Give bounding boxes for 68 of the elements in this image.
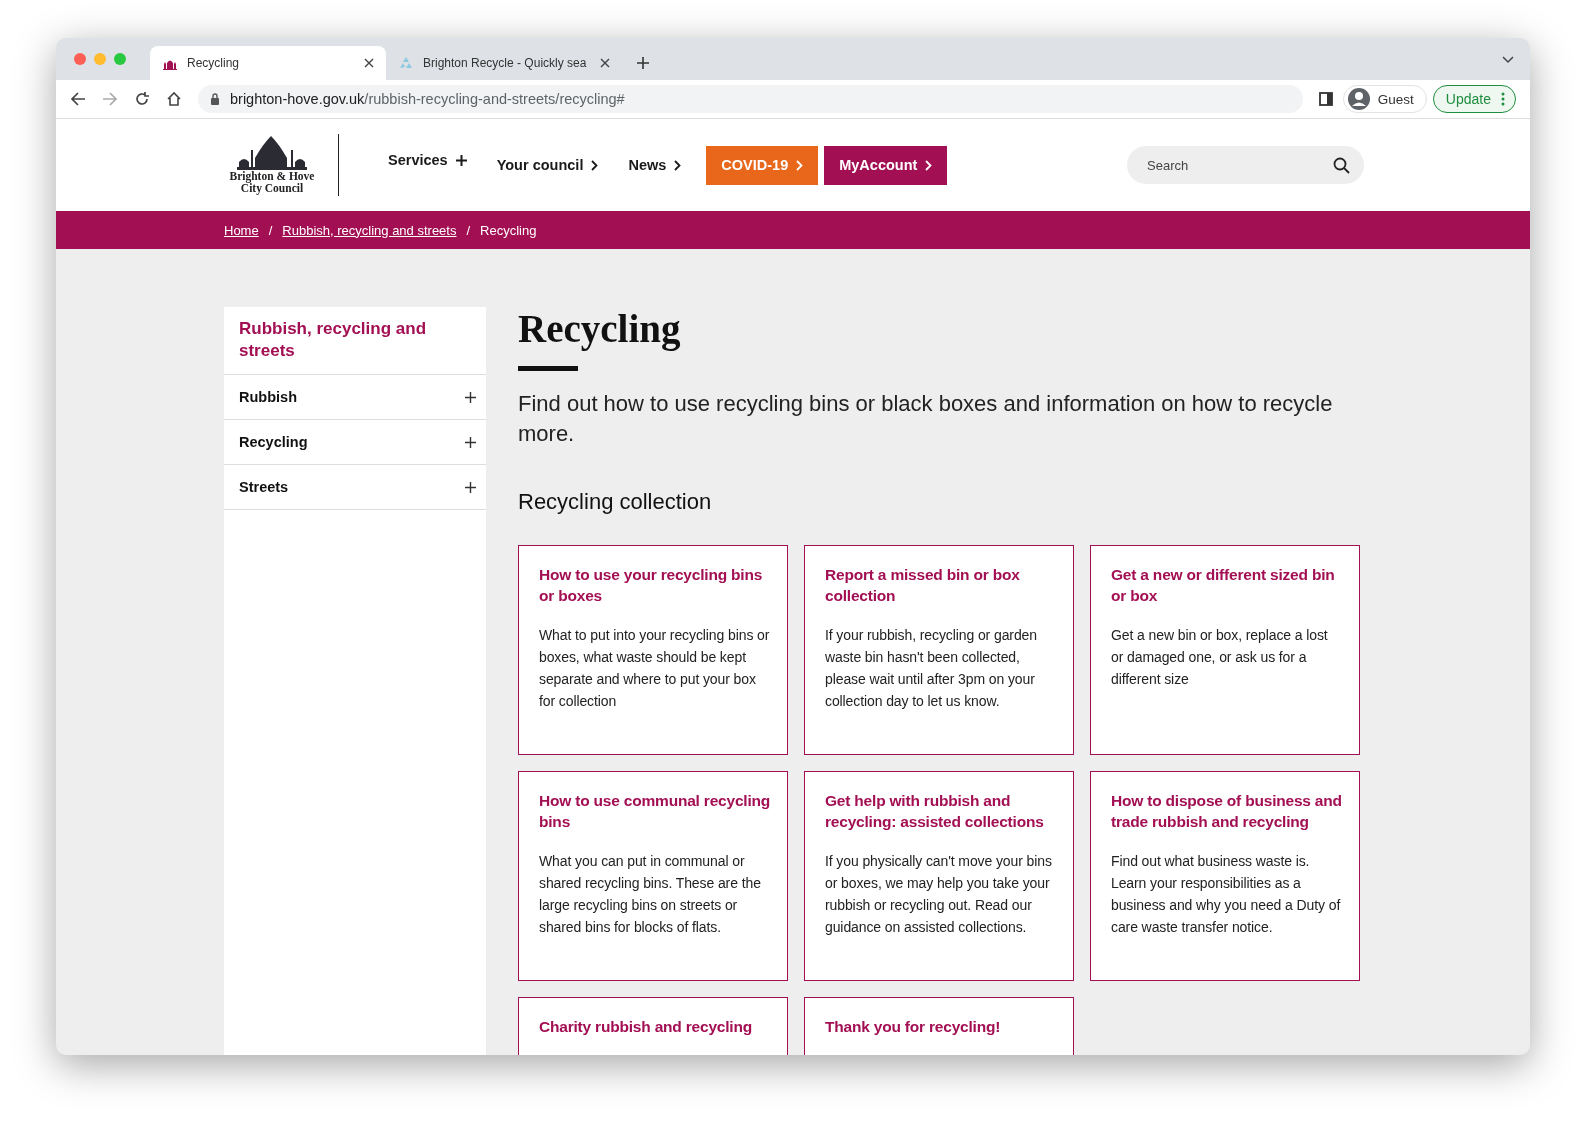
intro-text: Find out how to use recycling bins or black boxes and information on how to recycle more. <box>518 390 1334 448</box>
sidebar-item[interactable]: Rubbish <box>224 375 486 420</box>
card-title[interactable]: Thank you for recycling! <box>825 1016 1057 1037</box>
lock-icon <box>210 93 220 105</box>
expand-icon[interactable] <box>465 436 476 448</box>
card-title[interactable]: Report a missed bin or box collection <box>825 564 1057 606</box>
nav-link[interactable]: Services <box>373 140 482 180</box>
avatar-icon <box>1347 88 1370 110</box>
nav-link[interactable]: News <box>613 145 697 185</box>
expand-icon[interactable] <box>465 481 476 493</box>
search-field[interactable]: Search <box>1127 146 1364 184</box>
chevron-icon <box>591 159 599 171</box>
link-card[interactable]: How to dispose of business and trade rubbish and recycling Find out what business waste is. Learn your responsibilities as a business and why you need a Duty of care waste transfer notice. <box>1090 771 1360 981</box>
address-field[interactable]: brighton-hove.gov.uk/rubbish-recycling-and-streets/recycling# <box>198 85 1303 113</box>
page-title: Recycling <box>518 307 682 351</box>
card-title[interactable]: How to use communal recycling bins <box>539 790 771 832</box>
card-title[interactable]: Get a new or different sized bin or box <box>1111 564 1343 606</box>
link-card[interactable]: Get a new or different sized bin or box Get a new bin or box, replace a lost or damaged one, or ask us for a different size <box>1090 545 1360 755</box>
chevron-icon <box>796 159 804 171</box>
breadcrumb-link[interactable]: Rubbish, recycling and streets <box>282 222 457 238</box>
reload-icon[interactable] <box>134 91 150 107</box>
plus-icon <box>455 154 467 166</box>
card-text: What you can put in communal or shared recycling bins. These are the large recycling bins on streets or shared bins for blocks of flats. <box>539 852 762 937</box>
card-text: If your rubbish, recycling or garden waste bin hasn't been collected, please wait until after 3pm on your collection day to let us know. <box>825 626 1038 711</box>
card-text: Find out what business waste is. Learn your responsibilities as a business and why you need a Duty of care waste transfer notice. <box>1111 852 1342 937</box>
chevron-icon <box>925 159 933 171</box>
card-text: If you physically can't move your bins or boxes, we may help you take your rubbish or recycling out. Read our guidance on assisted collections. <box>825 852 1053 937</box>
link-card[interactable]: Charity rubbish and recycling <box>518 997 788 1055</box>
logo-text: City Council <box>240 182 304 194</box>
link-card[interactable] <box>804 771 1074 981</box>
expand-icon[interactable] <box>465 391 476 403</box>
browser-tab[interactable]: Recycling <box>150 46 386 80</box>
update-button[interactable]: Update <box>1432 85 1516 113</box>
close-tab-icon[interactable] <box>600 58 610 68</box>
sidebar-icon[interactable] <box>1318 92 1333 106</box>
palace-icon <box>237 136 307 170</box>
chevron-icon <box>674 159 682 171</box>
breadcrumb-separator: / <box>466 222 471 238</box>
breadcrumb-separator: / <box>268 222 273 238</box>
sidebar-item[interactable]: Streets <box>224 465 486 510</box>
close-tab-icon[interactable] <box>364 58 374 68</box>
card-text: Get a new bin or box, replace a lost or damaged one, or ask us for a different size <box>1111 626 1329 689</box>
back-icon[interactable] <box>70 91 86 107</box>
recycle-icon <box>398 55 414 71</box>
card-title[interactable]: Charity rubbish and recycling <box>539 1016 771 1037</box>
link-card[interactable]: Report a missed bin or box collection If your rubbish, recycling or garden waste bin hasn't been collected, please wait until after 3pm on your collection day to let us know. <box>804 545 1074 755</box>
link-card[interactable]: Thank you for recycling! <box>804 997 1074 1055</box>
browser-tab[interactable]: Brighton Recycle - Quickly sea <box>386 46 622 80</box>
nav-link[interactable]: MyAccount <box>824 145 948 185</box>
sidebar-item[interactable]: Recycling <box>224 420 486 465</box>
search-icon[interactable] <box>1333 157 1350 174</box>
breadcrumb-current: Recycling <box>480 222 537 238</box>
section-heading: Recycling collection <box>518 489 713 515</box>
tab-list-icon[interactable] <box>1502 56 1514 64</box>
logo-text: Brighton & Hove <box>229 170 315 182</box>
link-card[interactable]: How to use your recycling bins or boxes What to put into your recycling bins or boxes, what waste should be kept separate and where to put your box for collection <box>518 545 788 755</box>
nav-link[interactable]: Your council <box>481 145 614 185</box>
breadcrumb-link[interactable]: Home <box>224 222 259 238</box>
sidebar-title[interactable]: Rubbish, recycling and streets <box>224 307 486 375</box>
more-icon <box>1501 92 1505 106</box>
card-text: What to put into your recycling bins or boxes, what waste should be kept separate and where to put your box for collection <box>539 626 771 711</box>
card-title[interactable]: How to dispose of business and trade rubbish and recycling <box>1111 790 1343 832</box>
council-logo[interactable]: Brighton & Hove City Council <box>224 136 320 194</box>
card-title[interactable]: Get help with rubbish and recycling: assisted collections <box>825 790 1057 832</box>
new-tab-icon[interactable] <box>636 56 650 70</box>
link-card[interactable]: How to use communal recycling bins What you can put in communal or shared recycling bins. These are the large recycling bins on streets or shared bins for blocks of flats. <box>518 771 788 981</box>
home-icon[interactable] <box>166 91 182 107</box>
card-title[interactable]: How to use your recycling bins or boxes <box>539 564 771 606</box>
